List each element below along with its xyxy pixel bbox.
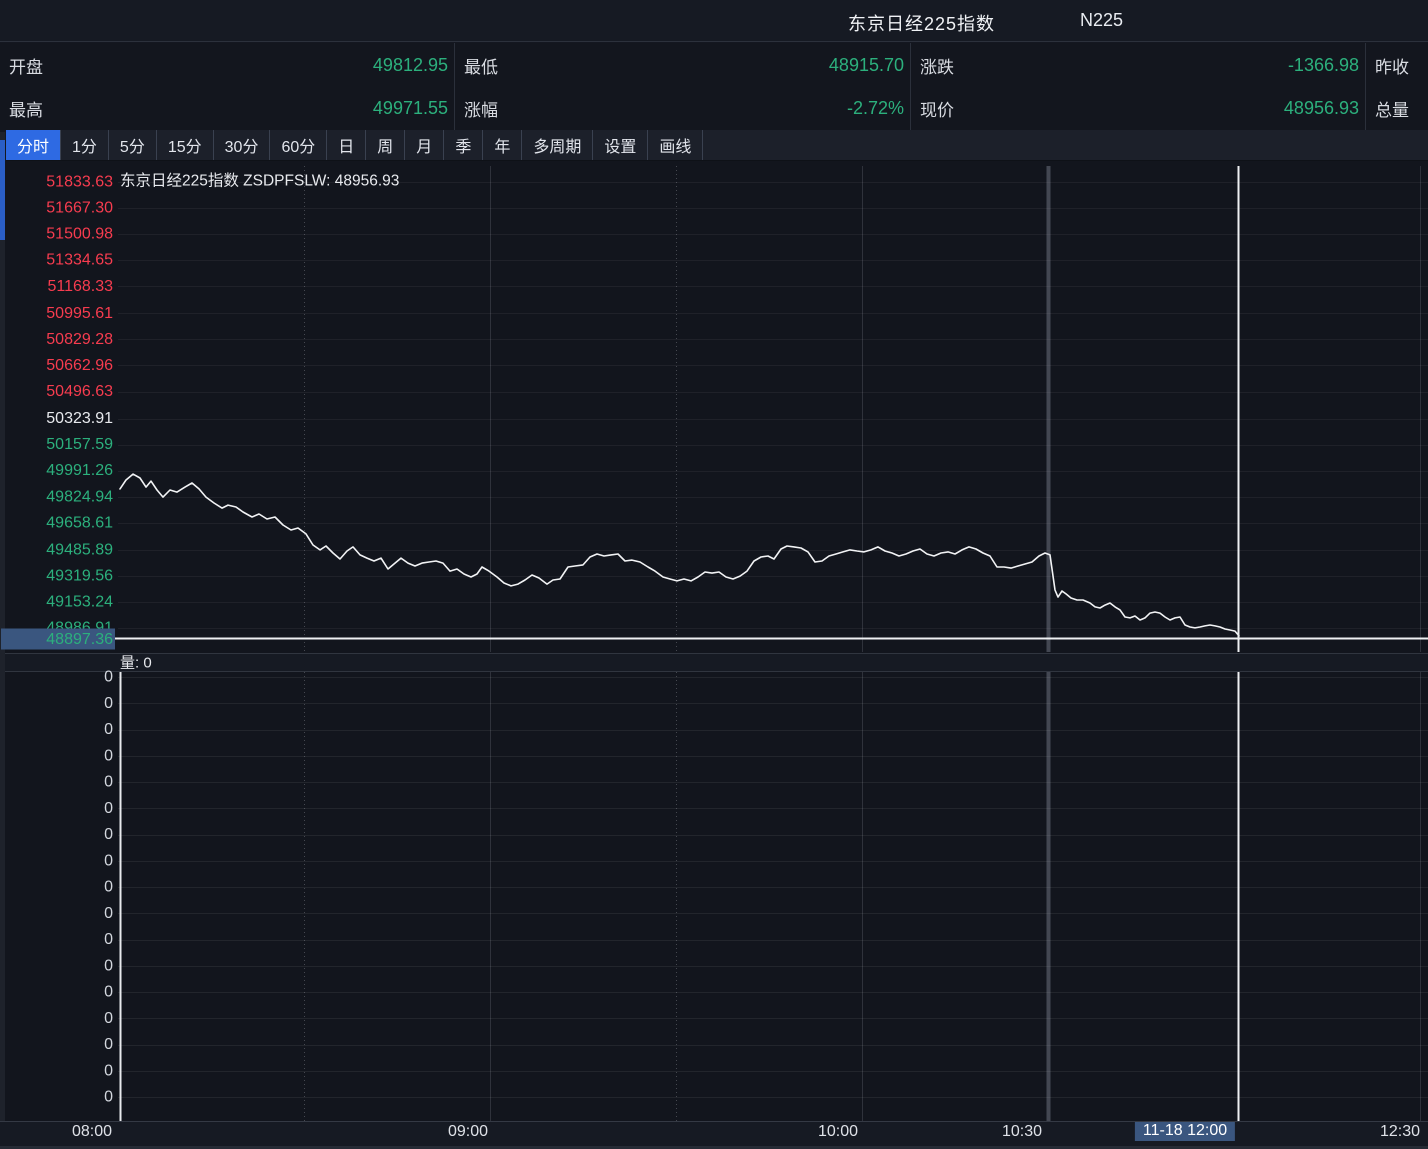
tab-period-10[interactable]: 年 <box>483 130 522 160</box>
tab-period-13[interactable]: 画线 <box>648 130 703 160</box>
tab-period-9[interactable]: 季 <box>444 130 483 160</box>
quote-open: 开盘 49812.95 <box>0 43 455 87</box>
quote-change-label: 涨跌 <box>920 53 954 78</box>
pane-divider <box>0 653 1428 672</box>
instrument-symbol: N225 <box>1080 10 1123 31</box>
quote-high-value: 49971.55 <box>373 98 448 119</box>
left-scrollbar-thumb[interactable] <box>0 140 5 240</box>
time-axis-label-3: 10:30 <box>1002 1123 1042 1141</box>
time-axis-crosshair-label: 11-18 12:00 <box>1135 1121 1235 1141</box>
tab-period-7[interactable]: 周 <box>366 130 405 160</box>
tab-period-8[interactable]: 月 <box>405 130 444 160</box>
quote-change: 涨跌 -1366.98 <box>911 43 1366 87</box>
left-scrollbar-track[interactable] <box>0 132 5 1121</box>
quote-prevclose-label2: 昨收 <box>1375 53 1409 78</box>
chart-plot-area[interactable] <box>0 161 1428 1121</box>
tab-period-6[interactable]: 日 <box>327 130 366 160</box>
tab-period-4[interactable]: 30分 <box>214 130 271 160</box>
time-axis-label-2: 10:00 <box>818 1123 858 1141</box>
quote-low-value: 48915.70 <box>829 55 904 76</box>
quote-volume-label: 总量 <box>1375 96 1409 121</box>
quote-open-label: 开盘 <box>9 53 43 78</box>
quote-prevclose: 总量 昨收 <box>1366 43 1428 87</box>
title-bar: 东京日经225指数 N225 <box>0 0 1428 42</box>
quote-volume: 总量 <box>1366 87 1428 130</box>
quote-last-label: 现价 <box>920 96 954 121</box>
tab-period-2[interactable]: 5分 <box>109 130 157 160</box>
trading-app-window: 东京日经225指数 N225 开盘 49812.95 最低 48915.70 涨… <box>0 0 1428 1149</box>
quote-changepct: 涨幅 -2.72% <box>455 87 911 130</box>
quote-change-value: -1366.98 <box>1288 55 1359 76</box>
quote-low-label: 最低 <box>464 53 498 78</box>
period-tab-bar: 分时1分5分15分30分60分日周月季年多周期设置画线 <box>6 130 1428 161</box>
time-axis: 08:00 09:00 10:00 10:30 11-18 12:00 12:30 <box>0 1121 1428 1146</box>
quote-last-value: 48956.93 <box>1284 98 1359 119</box>
instrument-title: 东京日经225指数 <box>848 10 995 36</box>
quote-info-bar: 开盘 49812.95 最低 48915.70 涨跌 -1366.98 总量 昨… <box>0 43 1428 130</box>
quote-high: 最高 49971.55 <box>0 87 455 130</box>
tab-period-5[interactable]: 60分 <box>270 130 327 160</box>
tab-period-1[interactable]: 1分 <box>61 130 109 160</box>
time-axis-label-5: 12:30 <box>1380 1123 1420 1141</box>
quote-changepct-value: -2.72% <box>847 98 904 119</box>
tab-period-11[interactable]: 多周期 <box>522 130 593 160</box>
quote-changepct-label: 涨幅 <box>464 96 498 121</box>
quote-last: 现价 48956.93 <box>911 87 1366 130</box>
tab-period-12[interactable]: 设置 <box>593 130 648 160</box>
time-axis-label-1: 09:00 <box>448 1123 488 1141</box>
quote-high-label: 最高 <box>9 96 43 121</box>
tab-period-3[interactable]: 15分 <box>157 130 214 160</box>
quote-low: 最低 48915.70 <box>455 43 911 87</box>
time-axis-label-0: 08:00 <box>72 1123 112 1141</box>
quote-open-value: 49812.95 <box>373 55 448 76</box>
tab-period-0[interactable]: 分时 <box>6 130 61 160</box>
